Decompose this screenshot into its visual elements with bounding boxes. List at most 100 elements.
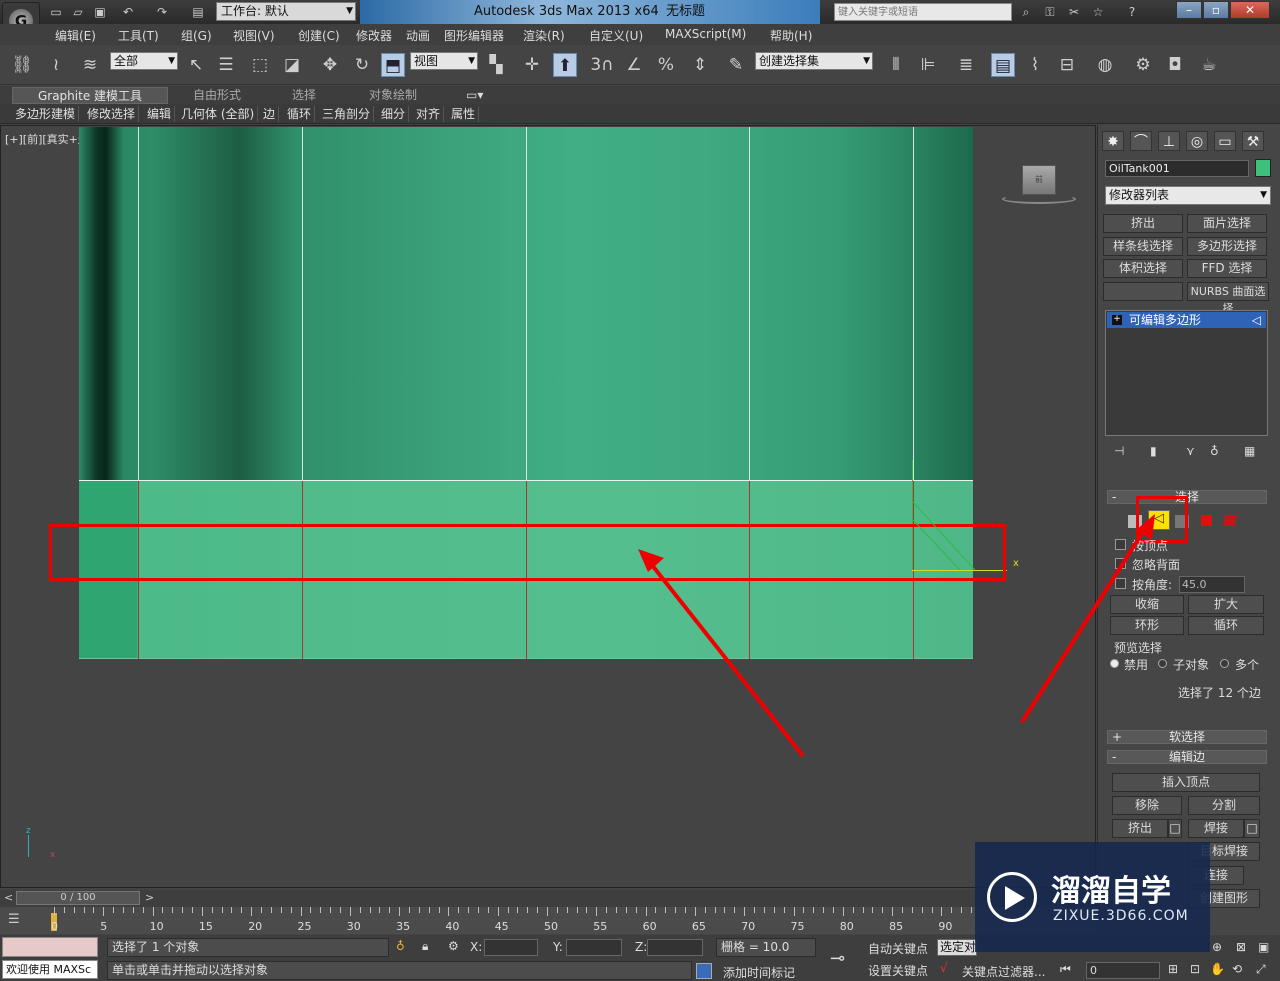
timeline-tick [458, 907, 460, 913]
timeline-tick [625, 907, 627, 913]
maxscript-mini-input[interactable]: 欢迎使用 MAXSc [2, 960, 98, 979]
x-coord-input[interactable] [484, 939, 538, 956]
set-key-button[interactable]: 设置关键点 [868, 962, 928, 979]
x-coord-label: X: [470, 940, 483, 954]
timeline-tick [142, 907, 144, 913]
timeline-tick-label: 10 [149, 920, 164, 933]
timeline-tick [970, 907, 972, 913]
auto-key-button[interactable]: 自动关键点 [868, 940, 928, 957]
add-time-tag-label[interactable]: 添加时间标记 [723, 964, 795, 981]
timeline-tick [616, 907, 618, 913]
time-slider-track[interactable]: < > [0, 890, 1097, 907]
timeline-tick [714, 907, 716, 913]
timeline-tick [576, 907, 578, 913]
time-tag-icon[interactable] [696, 963, 712, 979]
y-coord-label: Y: [553, 940, 563, 954]
timeline-tick [330, 907, 332, 913]
timeline-tick-label: 15 [198, 920, 213, 933]
timeline-tick [320, 907, 322, 913]
y-coord-input[interactable] [566, 939, 622, 956]
timeline-tick [773, 907, 775, 913]
timeline-tick-label: 25 [297, 920, 312, 933]
timeline-tick-label: 20 [248, 920, 263, 933]
arrow-to-edges [646, 558, 805, 758]
timeline-tick [911, 907, 913, 913]
timeline-tick [537, 907, 539, 913]
zoom-region-icon[interactable]: ▣ [1258, 940, 1269, 954]
timeline-tick [477, 907, 479, 913]
maxscript-listener-mini[interactable] [2, 937, 98, 957]
timeline-tick [704, 907, 706, 913]
set-key-icon[interactable]: ⊸ [830, 948, 845, 969]
selection-lock-icon[interactable]: 🔒︎ [422, 939, 428, 954]
watermark-overlay: 溜溜自学 ZIXUE.3D66.COM [975, 842, 1210, 952]
key-filters-button[interactable]: 关键点过滤器... [962, 963, 1045, 980]
timeline-tick [665, 907, 667, 913]
timeline-tick [379, 907, 381, 913]
timeline-tick [606, 907, 608, 913]
timeline-tick [842, 907, 844, 916]
annotation-arrows [638, 501, 1155, 758]
timeline-tick [123, 907, 125, 913]
timeline-tick [468, 907, 470, 913]
timeline-tick [497, 907, 499, 916]
arrow-to-edge-mode [1020, 522, 1150, 724]
selection-status: 选择了 1 个对象 [107, 938, 389, 957]
timeline-tick [241, 907, 243, 913]
grid-size-display: 栅格 = 10.0 [716, 938, 816, 957]
key-mode-dropdown[interactable]: 选定对 [937, 939, 977, 956]
timeline-tick-label: 5 [100, 920, 108, 933]
timeline-tick [359, 907, 361, 913]
zoom-all-icon[interactable]: ⊠ [1236, 940, 1246, 954]
timeline-tick [369, 907, 371, 913]
timeline-tick-label: 85 [889, 920, 904, 933]
pan-view-icon[interactable]: ✋ [1210, 962, 1225, 976]
isolate-selection-icon[interactable]: ♁ [396, 939, 405, 953]
timeline-tick [428, 907, 430, 913]
timeline-tick [211, 907, 213, 913]
zoom-extents-icon[interactable]: ⊞ [1168, 962, 1178, 976]
timeline-tick [655, 907, 657, 913]
timeline-tick [566, 907, 568, 913]
prev-frame-icon[interactable]: < [4, 891, 13, 904]
zoom-icon[interactable]: ⊕ [1212, 940, 1222, 954]
timeline-tick [113, 907, 115, 913]
time-slider-thumb[interactable]: 0 / 100 [16, 891, 140, 905]
gizmo-diagonal [912, 501, 976, 571]
timeline-tick [793, 907, 795, 916]
timeline-tick [852, 907, 854, 913]
current-frame-input[interactable]: 0 [1086, 962, 1160, 979]
timeline-tick [872, 907, 874, 913]
timeline-tick [803, 907, 805, 913]
timeline-tick [438, 907, 440, 913]
timeline-tick [487, 907, 489, 913]
watermark-url: ZIXUE.3D66.COM [1053, 908, 1189, 924]
timeline-tick [823, 907, 825, 913]
absolute-mode-icon[interactable]: ⚙ [448, 939, 459, 953]
timeline-tick [300, 907, 302, 916]
timeline-tick [280, 907, 282, 913]
timeline-tick-label: 80 [839, 920, 854, 933]
timeline-tick [734, 907, 736, 913]
timeline-tick [517, 907, 519, 913]
timeline-tick [527, 907, 529, 913]
timeline-tick-label: 40 [445, 920, 460, 933]
timeline-tick [961, 907, 963, 913]
timeline-tick-label: 35 [396, 920, 411, 933]
goto-start-icon[interactable]: ⏮ [1060, 962, 1071, 977]
timeline-tick-label: 45 [494, 920, 509, 933]
timeline-tick [251, 907, 253, 916]
timeline-tick [754, 907, 756, 913]
timeline-tick [103, 907, 105, 916]
timeline-tick-label: 30 [346, 920, 361, 933]
maximize-viewport-icon[interactable]: ⤢ [1256, 962, 1266, 977]
next-frame-icon[interactable]: > [145, 891, 154, 904]
track-bar-toggle-icon[interactable]: ☰ [8, 912, 34, 930]
timeline-tick [399, 907, 401, 916]
orbit-icon[interactable]: ⟲ [1232, 962, 1242, 976]
timeline-tick [724, 907, 726, 913]
timeline-tick [182, 907, 184, 913]
field-of-view-icon[interactable]: ⊡ [1190, 962, 1200, 976]
timeline-tick [93, 907, 95, 913]
z-coord-input[interactable] [647, 939, 703, 956]
